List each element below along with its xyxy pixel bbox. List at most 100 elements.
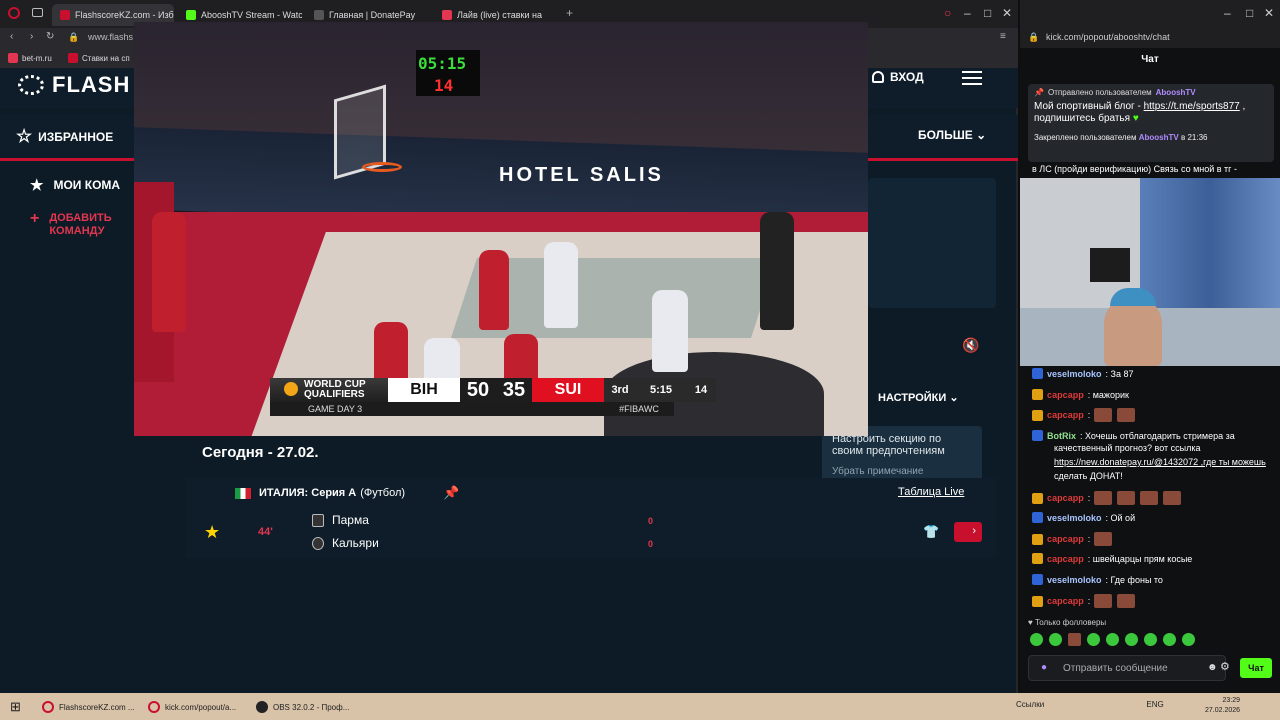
emote-icon[interactable] <box>1182 633 1195 646</box>
chat-username[interactable]: veselmoloko <box>1047 513 1102 523</box>
obs-icon <box>256 701 268 713</box>
maximize-icon[interactable]: □ <box>1246 6 1253 20</box>
pinned-link[interactable]: https://t.me/sports877 <box>1144 101 1240 112</box>
settings-dropdown[interactable]: НАСТРОЙКИ ⌄ <box>878 391 959 404</box>
add-team-label: ДОБАВИТЬ КОМАНДУ <box>49 212 112 237</box>
taskbar-item-kick[interactable]: kick.com/popout/a... <box>142 697 242 717</box>
microphone-icon[interactable]: ● <box>1041 662 1047 673</box>
chat-username[interactable]: сарсарр <box>1047 554 1084 564</box>
user-icon <box>872 71 884 83</box>
chat-message: сарсарр: <box>1032 594 1136 608</box>
maximize-icon[interactable]: □ <box>984 6 991 20</box>
chat-settings-icon[interactable]: ⚙ <box>1220 660 1230 673</box>
away-score: 0 <box>648 539 654 549</box>
table-live-link[interactable]: Таблица Live <box>898 486 964 498</box>
emote-icon[interactable] <box>1125 633 1138 646</box>
pinned-by-user[interactable]: AbooshTV <box>1139 133 1179 142</box>
bookmark-icon <box>68 53 78 63</box>
more-dropdown[interactable]: БОЛЬШЕ ⌄ <box>918 128 986 142</box>
home-team: Парма <box>312 513 369 527</box>
date-heading: Сегодня - 27.02. <box>202 444 319 461</box>
links-label[interactable]: Ссылки <box>1016 700 1044 709</box>
italy-flag-icon <box>235 487 251 499</box>
minimize-icon[interactable]: – <box>964 6 971 20</box>
chat-text: : <box>1087 596 1091 606</box>
windows-start-icon[interactable]: ⊞ <box>10 699 21 715</box>
minimize-icon[interactable]: – <box>1224 6 1231 20</box>
chat-username[interactable]: сарсарр <box>1047 596 1084 606</box>
chat-input[interactable]: ● Отправить сообщение ☻ <box>1028 655 1226 681</box>
chat-username[interactable]: сарсарр <box>1047 410 1084 420</box>
add-team-button[interactable]: + ДОБАВИТЬ КОМАНДУ <box>30 211 121 238</box>
emote-icon[interactable] <box>1049 633 1062 646</box>
chat-username[interactable]: BotRix <box>1047 431 1076 441</box>
crown-badge-icon <box>1032 389 1043 400</box>
hamburger-menu-icon[interactable] <box>962 71 982 85</box>
emote-icon[interactable] <box>1144 633 1157 646</box>
reload-icon[interactable]: ↻ <box>46 31 54 42</box>
chat-text: : За 87 <box>1105 368 1134 379</box>
basketball-video-player[interactable]: HOTEL SALIS 05:15 14 WORLD CUP QUALIFIER… <box>134 22 868 436</box>
hashtag-label: #FIBAWC <box>604 402 674 416</box>
opera-icon <box>42 701 54 713</box>
tab-menu-icon[interactable] <box>32 8 43 17</box>
followers-only-label: ♥ Только фолловеры <box>1028 618 1107 627</box>
away-team-code: SUI <box>532 378 604 402</box>
close-icon[interactable]: ✕ <box>1264 6 1274 20</box>
chat-text: : Хочешь отблагодарить стримера за <box>1080 430 1235 441</box>
chat-notice: в ЛС (пройди верификацию) Связь со мной … <box>1032 164 1237 174</box>
match-row[interactable] <box>186 508 996 558</box>
competition-label: WORLD CUP QUALIFIERS <box>270 378 388 402</box>
chat-username[interactable]: veselmoloko <box>1047 575 1102 585</box>
match-detail-arrow-button[interactable]: › <box>954 522 982 542</box>
bookmark-bet-m[interactable]: bet-m.ru <box>8 53 52 63</box>
opera-icon[interactable] <box>8 7 20 19</box>
chat-username[interactable]: сарсарр <box>1047 390 1084 400</box>
chat-username[interactable]: сарсарр <box>1047 493 1084 503</box>
emoji-icon[interactable]: ☻ <box>1207 662 1218 673</box>
chat-text: : <box>1087 534 1091 544</box>
league-title[interactable]: ИТАЛИЯ: Серия А (Футбол) 📌 <box>235 485 459 501</box>
mute-icon[interactable]: 🔇 <box>962 337 979 354</box>
sent-by-user[interactable]: AbooshTV <box>1156 88 1196 97</box>
search-icon[interactable]: ○ <box>944 6 951 20</box>
flashscore-logo[interactable]: FLASH <box>18 72 130 98</box>
chat-username[interactable]: veselmoloko <box>1047 369 1102 379</box>
dismiss-tip-link[interactable]: Убрать примечание <box>832 466 972 477</box>
pin-icon[interactable]: 📌 <box>443 485 459 501</box>
new-tab-icon[interactable]: + <box>566 6 573 20</box>
system-clock[interactable]: 23:29 27.02.2026 <box>1205 696 1240 716</box>
chat-address-bar[interactable]: 🔒 kick.com/popout/abooshtv/chat <box>1020 28 1280 48</box>
bookmark-bets[interactable]: Ставки на сп <box>68 53 130 63</box>
emote-icon[interactable] <box>1087 633 1100 646</box>
emote-icon[interactable] <box>1106 633 1119 646</box>
emote-icon[interactable] <box>1163 633 1176 646</box>
close-icon[interactable]: ✕ <box>1002 6 1012 20</box>
emote-bar <box>1030 633 1195 646</box>
crown-badge-icon <box>1032 409 1043 421</box>
send-chat-button[interactable]: Чат <box>1240 658 1272 678</box>
address-text[interactable]: www.flashs <box>88 32 133 42</box>
chat-text: : <box>1087 493 1091 503</box>
back-icon[interactable]: ‹ <box>10 31 13 42</box>
browser-menu-icon[interactable]: ≡ <box>1000 31 1006 42</box>
emote-icon <box>1140 491 1159 505</box>
kick-badge-icon <box>1032 512 1043 523</box>
emote-icon[interactable] <box>1068 633 1081 646</box>
my-teams-link[interactable]: ★ МОИ КОМА <box>30 176 120 194</box>
kick-favicon-icon <box>186 10 196 20</box>
chat-message: сарсарр: <box>1032 491 1182 505</box>
chat-username[interactable]: сарсарр <box>1047 534 1084 544</box>
login-button[interactable]: ВХОД <box>872 70 924 84</box>
language-indicator[interactable]: ENG <box>1146 700 1163 709</box>
emote-icon[interactable] <box>1030 633 1043 646</box>
chat-address-text[interactable]: kick.com/popout/abooshtv/chat <box>1046 32 1170 42</box>
taskbar-item-flashscore[interactable]: FlashscoreKZ.com ... <box>36 697 141 717</box>
chat-text[interactable]: https://new.donatepay.ru/@1432072 ,где т… <box>1054 457 1266 467</box>
player <box>479 250 509 330</box>
favorites-tab[interactable]: ☆ ИЗБРАННОЕ <box>16 126 113 147</box>
taskbar-item-obs[interactable]: OBS 32.0.2 - Проф... <box>250 697 355 717</box>
lineup-shirt-icon[interactable]: 👕 <box>923 524 939 540</box>
favorite-star-icon[interactable]: ★ <box>204 522 220 543</box>
forward-icon[interactable]: › <box>30 31 33 42</box>
